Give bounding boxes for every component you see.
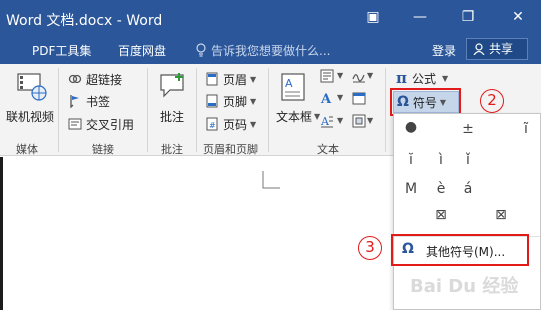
page-number-icon: # — [206, 117, 218, 131]
restore-button[interactable]: ❐ — [455, 6, 481, 28]
chevron-down-icon: ▼ — [367, 116, 374, 125]
header-button[interactable]: 页眉 ▼ — [205, 69, 256, 89]
hyperlink-button[interactable]: 超链接 — [68, 69, 122, 89]
page-number-button[interactable]: # 页码 ▼ — [205, 114, 256, 134]
online-video-label: 联机视频 — [6, 110, 55, 124]
more-symbols-highlight — [391, 234, 529, 266]
group-label-header-footer: 页眉和页脚 — [203, 143, 258, 156]
svg-text:A: A — [320, 115, 330, 128]
hyperlink-label: 超链接 — [86, 72, 123, 87]
chevron-down-icon: ▼ — [337, 71, 344, 80]
step-marker-2: 2 — [480, 89, 504, 113]
equation-button[interactable]: π 公式 ▼ — [396, 68, 448, 88]
chevron-down-icon: ▼ — [367, 71, 374, 80]
comment-icon — [160, 73, 184, 98]
share-button[interactable]: 共享 — [466, 38, 528, 60]
close-button[interactable]: ✕ — [505, 6, 531, 28]
footer-button[interactable]: 页脚 ▼ — [205, 91, 256, 111]
group-label-media: 媒体 — [16, 143, 38, 156]
login-link[interactable]: 登录 — [432, 42, 456, 59]
symbol-cell[interactable]: ± — [458, 121, 478, 137]
group-divider — [58, 68, 59, 152]
new-comment-button[interactable]: 批注 — [154, 70, 190, 130]
symbol-cell[interactable]: ĩ — [516, 121, 536, 137]
svg-text:A: A — [320, 92, 332, 105]
quick-parts-icon — [320, 69, 334, 83]
drop-cap-icon: A — [320, 115, 333, 128]
symbol-cell[interactable]: è — [431, 181, 451, 197]
drop-cap-button[interactable]: A ▼ — [320, 114, 346, 134]
symbol-button-highlight — [390, 88, 461, 116]
symbol-cell[interactable]: ● — [401, 119, 421, 135]
wordart-button[interactable]: A ▼ — [320, 91, 346, 111]
footer-label: 页脚 — [223, 94, 248, 109]
window-title: Word 文档.docx - Word — [6, 13, 163, 29]
page-corner-mark — [262, 171, 280, 189]
tab-pdf-tools[interactable]: PDF工具集 — [32, 42, 91, 59]
online-video-button[interactable]: 联机视频 — [6, 70, 58, 130]
new-comment-label: 批注 — [160, 110, 185, 124]
title-bar: Word 文档.docx - Word ▣ — ❐ ✕ — [0, 0, 541, 36]
symbol-cell[interactable]: M — [401, 181, 421, 197]
symbol-cell[interactable]: ì — [431, 152, 451, 168]
group-label-text: 文本 — [317, 143, 339, 156]
watermark: Bai Du 经验 — [410, 276, 519, 297]
signature-line-icon — [352, 74, 365, 83]
bookmark-button[interactable]: 书签 — [68, 91, 110, 111]
cross-reference-button[interactable]: 交叉引用 — [68, 114, 134, 134]
group-label-links: 链接 — [92, 143, 114, 156]
chevron-down-icon: ▼ — [250, 74, 257, 84]
symbol-cell[interactable]: ⊠ — [431, 207, 451, 223]
cross-reference-label: 交叉引用 — [86, 117, 135, 132]
pi-icon: π — [396, 69, 407, 87]
object-button[interactable]: ▼ — [352, 114, 374, 134]
group-label-comments: 批注 — [161, 143, 183, 156]
share-label: 共享 — [489, 42, 514, 56]
cross-reference-icon — [68, 118, 82, 130]
group-divider — [196, 68, 197, 152]
chevron-down-icon: ▼ — [337, 93, 344, 102]
textbox-button[interactable]: A 文本框 ▼ — [274, 70, 320, 130]
date-time-icon — [352, 92, 366, 105]
symbol-cell[interactable]: ĭ — [401, 152, 421, 168]
page-number-label: 页码 — [223, 117, 248, 132]
symbol-cell[interactable]: ǐ — [458, 152, 478, 168]
group-divider — [385, 68, 386, 152]
textbox-label: 文本框 — [276, 110, 313, 124]
window-left-edge — [0, 157, 3, 310]
quick-parts-button[interactable]: ▼ — [320, 69, 346, 89]
chevron-down-icon: ▼ — [337, 116, 344, 125]
chevron-down-icon: ▼ — [442, 73, 449, 83]
footer-icon — [206, 94, 218, 108]
header-label: 页眉 — [223, 72, 248, 87]
date-time-button[interactable] — [352, 91, 374, 111]
group-divider — [147, 68, 148, 152]
signature-line-button[interactable]: ▼ — [352, 69, 374, 89]
textbox-icon: A — [281, 73, 305, 101]
bookmark-icon — [70, 95, 79, 108]
lightbulb-icon — [196, 43, 206, 57]
ribbon-tab-row: PDF工具集 百度网盘 告诉我您想要做什么... 登录 共享 — [0, 36, 541, 64]
group-divider — [268, 68, 269, 152]
hyperlink-icon — [68, 74, 82, 84]
chevron-down-icon: ▼ — [250, 119, 257, 129]
symbol-cell[interactable]: ⊠ — [491, 207, 511, 223]
minimize-button[interactable]: — — [407, 6, 433, 28]
tab-baidu-netdisk[interactable]: 百度网盘 — [118, 42, 166, 59]
object-icon — [352, 114, 366, 128]
symbol-cell[interactable]: á — [458, 181, 478, 197]
equation-label: 公式 — [411, 71, 436, 86]
step-marker-3: 3 — [358, 236, 382, 260]
svg-text:A: A — [285, 77, 293, 90]
tell-me-input[interactable]: 告诉我您想要做什么... — [211, 42, 330, 59]
ribbon-display-icon[interactable]: ▣ — [360, 6, 386, 28]
header-icon — [206, 72, 218, 86]
wordart-icon: A — [320, 92, 332, 107]
online-video-icon — [17, 73, 47, 101]
chevron-down-icon: ▼ — [250, 96, 257, 106]
svg-text:#: # — [209, 121, 216, 130]
bookmark-label: 书签 — [86, 94, 111, 109]
person-icon — [473, 43, 485, 55]
word-window: Word 文档.docx - Word ▣ — ❐ ✕ PDF工具集 百度网盘 … — [0, 0, 541, 310]
